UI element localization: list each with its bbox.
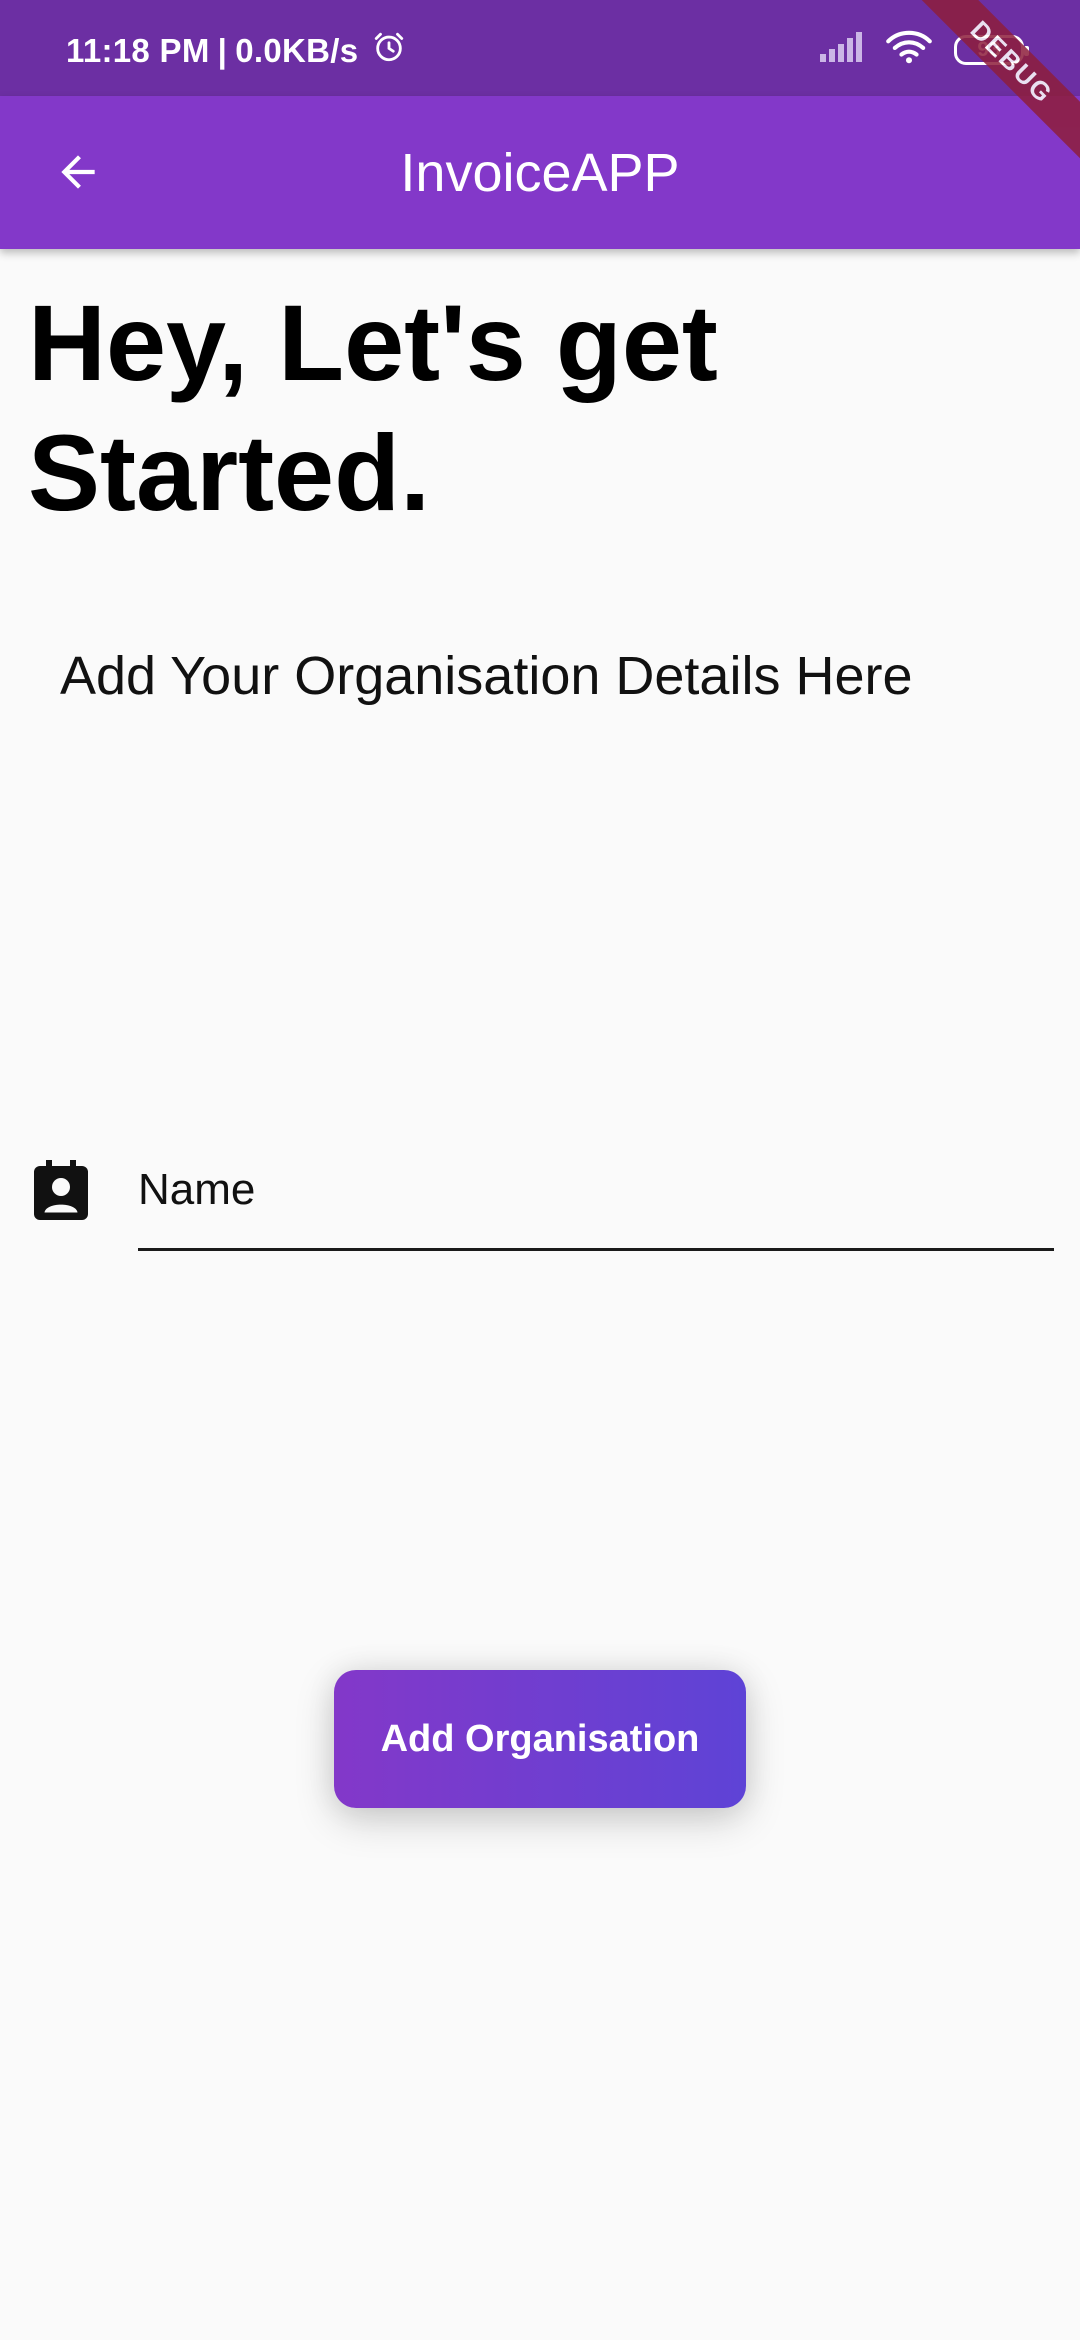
status-time: 11:18 PM [66,32,210,69]
status-network-speed: 0.0KB/s [235,32,359,69]
status-separator: | [217,32,228,69]
status-info: 11:18 PM | 0.0KB/s [66,30,406,72]
name-field [138,1150,1054,1251]
add-organisation-button[interactable]: Add Organisation [334,1670,746,1808]
app-title: InvoiceAPP [400,143,680,203]
name-field-row [0,1150,1080,1260]
page-subheadline: Add Your Organisation Details Here [60,646,913,706]
signal-icon [820,32,864,67]
wifi-icon [886,30,932,69]
status-bar: 11:18 PM | 0.0KB/s [0,0,1080,96]
app-bar: InvoiceAPP [0,96,1080,249]
alarm-icon [372,30,406,72]
page-headline: Hey, Let's get Started. [28,282,718,533]
name-input[interactable] [138,1150,1054,1230]
screen: 11:18 PM | 0.0KB/s DEBUG InvoiceAPP Hey,… [0,0,1080,2340]
contact-card-icon [34,1160,88,1220]
